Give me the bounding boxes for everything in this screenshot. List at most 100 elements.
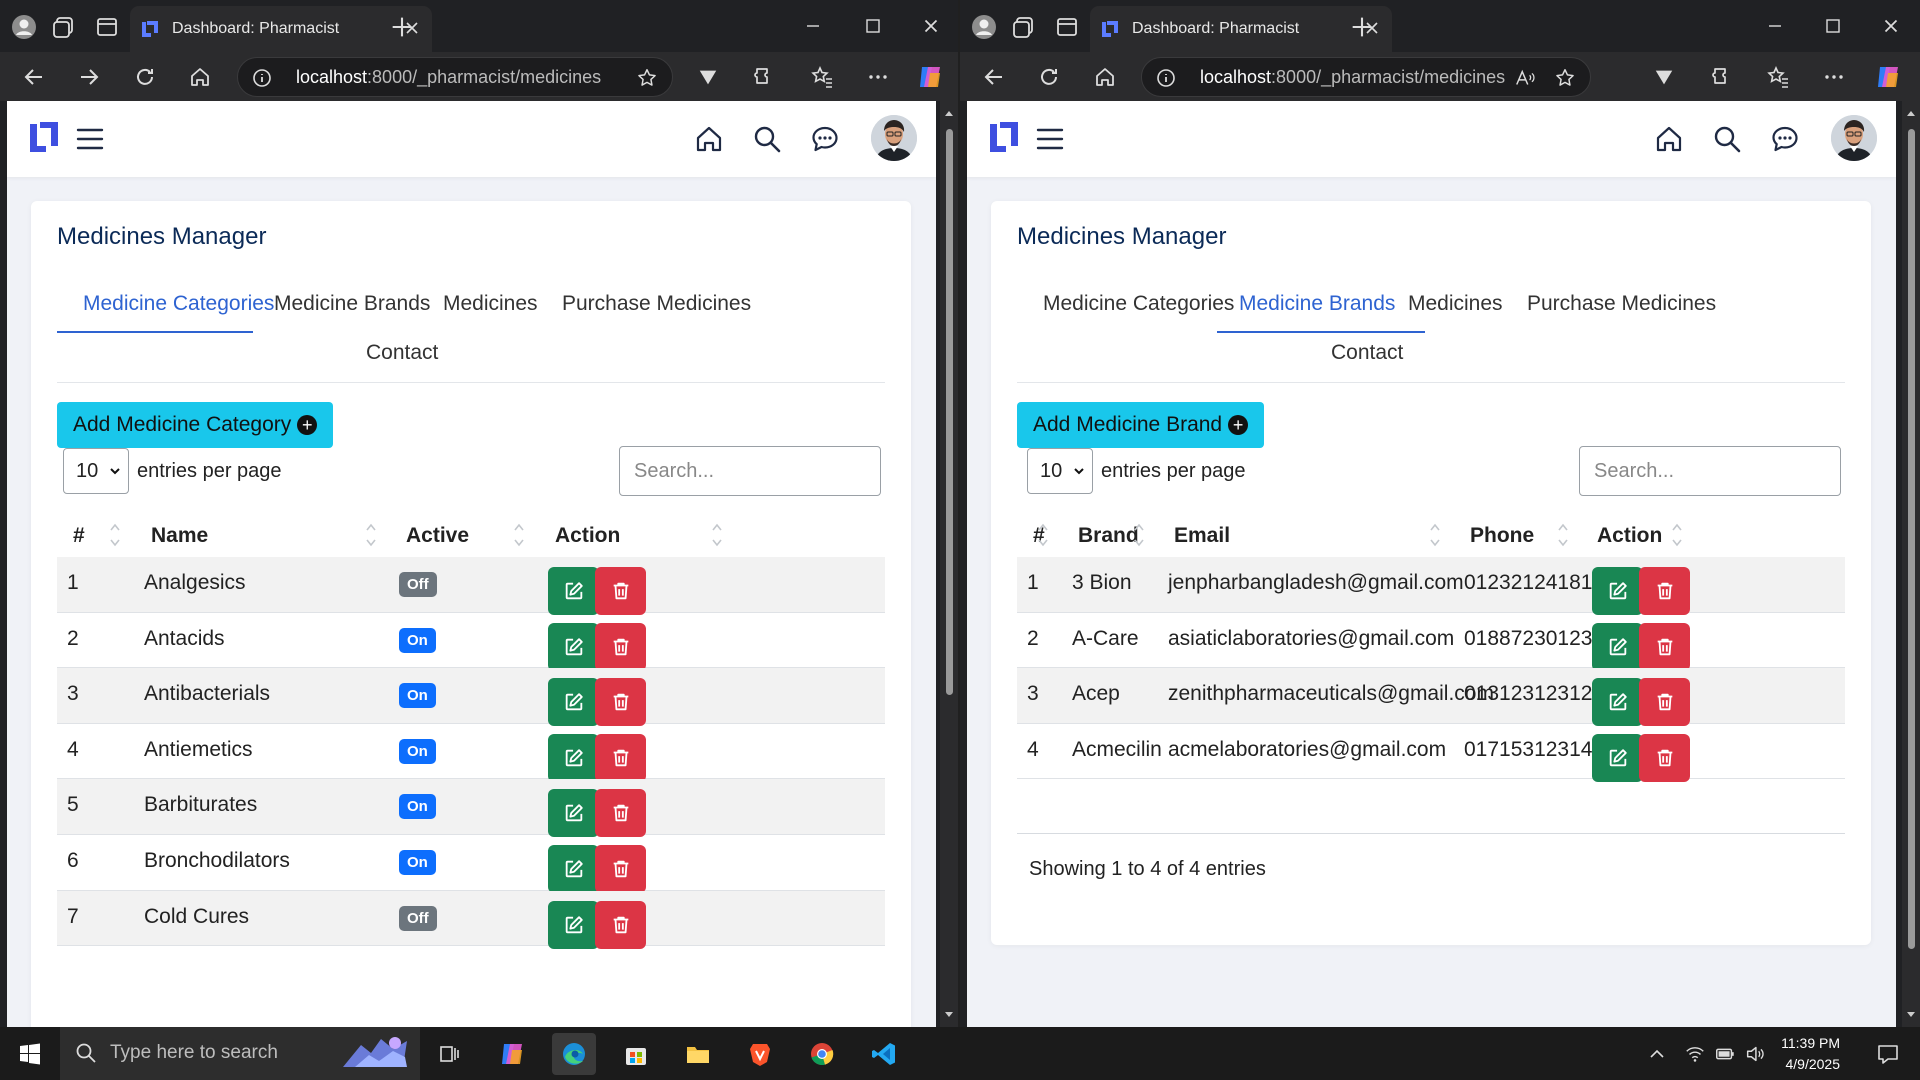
delete-button[interactable] [595, 845, 646, 893]
reload-icon[interactable] [129, 61, 161, 93]
taskbar-clock[interactable]: 11:39 PM 4/9/2025 [1760, 1033, 1840, 1075]
new-tab-icon[interactable] [388, 13, 416, 41]
back-icon[interactable] [18, 61, 50, 93]
home-nav-icon[interactable] [690, 120, 728, 158]
edit-button[interactable] [548, 733, 599, 782]
table-search-input[interactable]: Search... [1579, 446, 1841, 496]
sort-icon[interactable] [1037, 521, 1049, 549]
task-view-icon[interactable] [428, 1033, 472, 1075]
workspaces-icon[interactable] [50, 13, 78, 41]
delete-button[interactable] [595, 789, 646, 838]
url-bar[interactable]: localhost:8000/_pharmacist/medicines [1141, 57, 1591, 97]
edit-button[interactable] [548, 845, 599, 893]
extensions-icon[interactable] [1706, 61, 1738, 93]
edit-button[interactable] [1592, 622, 1643, 671]
entries-per-page-select[interactable]: 10 [63, 448, 129, 494]
avatar[interactable] [871, 115, 917, 161]
sort-icon[interactable] [1429, 521, 1441, 549]
active-toggle-badge[interactable]: On [399, 738, 436, 764]
app-logo-icon[interactable] [25, 118, 63, 156]
table-search-input[interactable]: Search... [619, 446, 881, 496]
new-tab-icon[interactable] [1348, 13, 1376, 41]
scroll-thumb[interactable] [1908, 129, 1915, 949]
back-icon[interactable] [978, 61, 1010, 93]
close-window-icon[interactable] [1876, 12, 1906, 40]
home-icon[interactable] [1089, 61, 1121, 93]
edit-button[interactable] [1592, 567, 1643, 615]
tab-medicine-categories[interactable]: Medicine Categories [1043, 292, 1234, 316]
scroll-down-icon[interactable] [1906, 1009, 1916, 1019]
entries-per-page-select[interactable]: 10 [1027, 448, 1093, 494]
read-aloud-icon[interactable] [1514, 68, 1536, 90]
delete-button[interactable] [595, 733, 646, 782]
more-icon[interactable] [1818, 61, 1850, 93]
tab-actions-icon[interactable] [1053, 13, 1081, 41]
store-taskbar-icon[interactable] [614, 1033, 658, 1075]
scroll-down-icon[interactable] [944, 1009, 954, 1019]
reload-icon[interactable] [1033, 61, 1065, 93]
delete-button[interactable] [595, 622, 646, 671]
delete-button[interactable] [1639, 733, 1690, 782]
home-icon[interactable] [184, 61, 216, 93]
browser-tab[interactable]: Dashboard: Pharmacist [1090, 6, 1392, 52]
delete-button[interactable] [1639, 678, 1690, 727]
tab-medicines[interactable]: Medicines [443, 292, 538, 316]
copilot-taskbar-icon[interactable] [490, 1033, 534, 1075]
active-toggle-badge[interactable]: On [399, 850, 436, 875]
column-header-number[interactable]: # [73, 524, 85, 548]
active-toggle-badge[interactable]: On [399, 627, 436, 653]
tab-actions-icon[interactable] [93, 13, 121, 41]
add-medicine-brand-button[interactable]: Add Medicine Brand + [1017, 402, 1265, 448]
scroll-thumb[interactable] [946, 129, 953, 695]
edit-button[interactable] [1592, 733, 1643, 782]
tab-medicine-categories[interactable]: Medicine Categories [83, 292, 274, 316]
tab-medicines[interactable]: Medicines [1408, 292, 1503, 316]
tab-medicine-brands[interactable]: Medicine Brands [274, 292, 430, 316]
tab-purchase-medicines[interactable]: Purchase Medicines [1527, 292, 1716, 316]
delete-button[interactable] [1639, 622, 1690, 671]
edit-button[interactable] [548, 567, 599, 615]
search-icon[interactable] [748, 120, 786, 158]
maximize-icon[interactable] [1818, 12, 1848, 40]
tab-contact[interactable]: Contact [366, 341, 438, 365]
show-hidden-icons-icon[interactable] [1642, 1033, 1672, 1075]
scroll-up-icon[interactable] [1906, 109, 1916, 119]
sort-icon[interactable] [365, 521, 377, 549]
windows-start-icon[interactable] [8, 1033, 52, 1075]
column-header-name[interactable]: Name [151, 524, 208, 548]
url-bar[interactable]: localhost:8000/_pharmacist/medicines [237, 57, 673, 97]
page-scrollbar[interactable] [940, 101, 958, 1027]
column-header-action[interactable]: Action [1597, 524, 1662, 548]
edit-button[interactable] [548, 900, 599, 949]
menu-icon[interactable] [1031, 120, 1069, 158]
maximize-icon[interactable] [858, 12, 888, 40]
active-toggle-badge[interactable]: On [399, 794, 436, 820]
sort-icon[interactable] [711, 521, 723, 549]
sort-icon[interactable] [1671, 521, 1683, 549]
browser-tab[interactable]: Dashboard: Pharmacist [130, 6, 432, 52]
edit-button[interactable] [548, 622, 599, 671]
vpn-icon[interactable] [692, 61, 724, 93]
active-toggle-badge[interactable]: Off [399, 905, 437, 931]
file-explorer-icon[interactable] [676, 1033, 720, 1075]
minimize-icon[interactable] [1760, 12, 1790, 40]
delete-button[interactable] [595, 678, 646, 727]
delete-button[interactable] [595, 900, 646, 949]
notifications-icon[interactable] [1866, 1033, 1910, 1075]
column-header-brand[interactable]: Brand [1078, 524, 1139, 548]
site-info-icon[interactable] [1156, 68, 1176, 88]
column-header-active[interactable]: Active [406, 524, 469, 548]
site-info-icon[interactable] [252, 68, 272, 88]
avatar[interactable] [1831, 115, 1877, 161]
sort-icon[interactable] [109, 521, 121, 549]
edit-button[interactable] [548, 678, 599, 727]
column-header-phone[interactable]: Phone [1470, 524, 1534, 548]
minimize-icon[interactable] [798, 12, 828, 40]
edit-button[interactable] [1592, 678, 1643, 727]
sort-icon[interactable] [513, 521, 525, 549]
app-logo-icon[interactable] [985, 118, 1023, 156]
sort-icon[interactable] [1133, 521, 1145, 549]
column-header-action[interactable]: Action [555, 524, 620, 548]
extensions-icon[interactable] [748, 61, 780, 93]
chrome-taskbar-icon[interactable] [800, 1033, 844, 1075]
